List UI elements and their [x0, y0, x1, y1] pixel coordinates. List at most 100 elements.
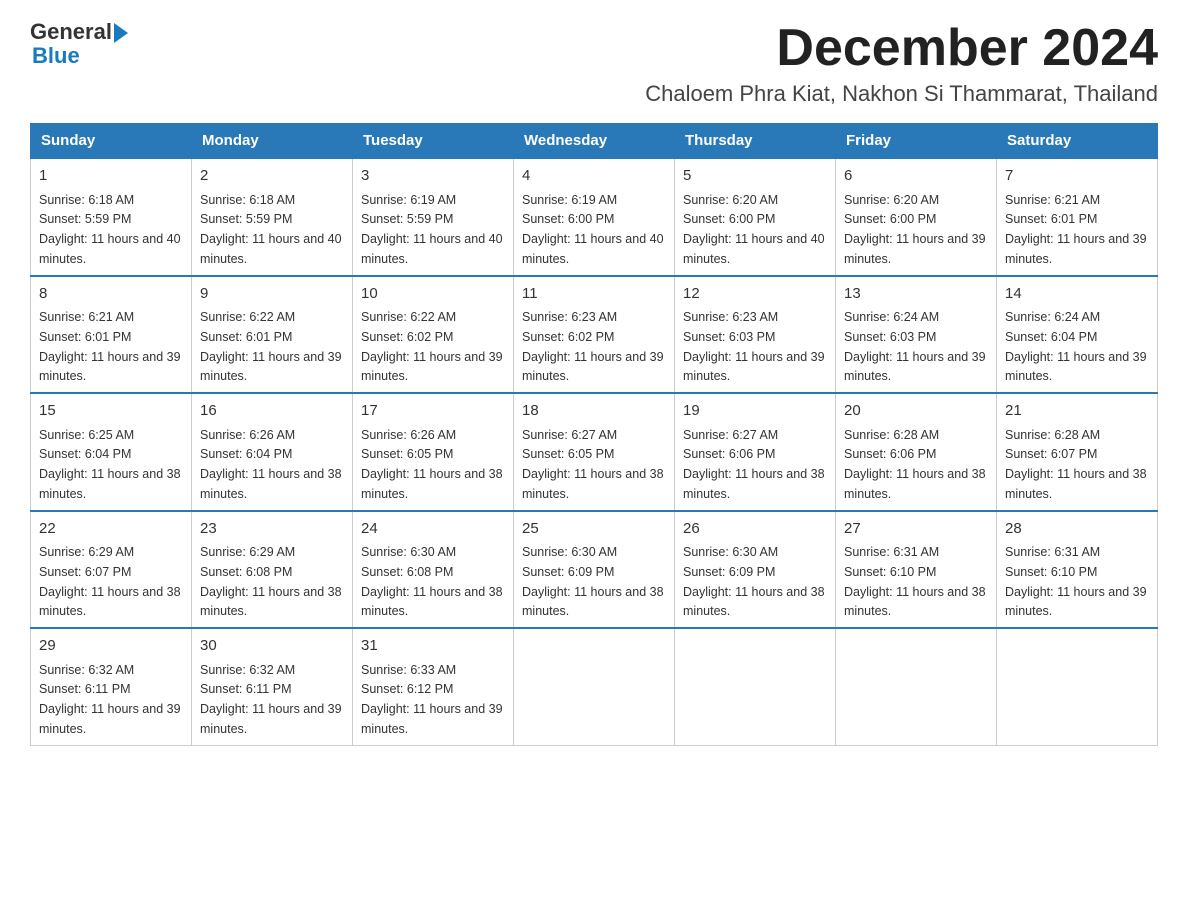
day-info: Sunrise: 6:25 AMSunset: 6:04 PMDaylight:… — [39, 428, 181, 501]
day-number: 18 — [522, 400, 666, 423]
day-number: 10 — [361, 283, 505, 306]
logo-text-general: General — [30, 20, 112, 44]
day-info: Sunrise: 6:28 AMSunset: 6:06 PMDaylight:… — [844, 428, 986, 501]
day-info: Sunrise: 6:33 AMSunset: 6:12 PMDaylight:… — [361, 663, 503, 736]
table-row: 21 Sunrise: 6:28 AMSunset: 6:07 PMDayligh… — [997, 393, 1158, 511]
col-monday: Monday — [192, 124, 353, 159]
day-number: 17 — [361, 400, 505, 423]
day-number: 3 — [361, 165, 505, 188]
day-number: 6 — [844, 165, 988, 188]
day-info: Sunrise: 6:20 AMSunset: 6:00 PMDaylight:… — [844, 193, 986, 266]
day-number: 15 — [39, 400, 183, 423]
table-row: 19Sunrise: 6:27 AMSunset: 6:06 PMDayligh… — [675, 393, 836, 511]
day-number: 19 — [683, 400, 827, 423]
day-info: Sunrise: 6:28 AMSunset: 6:07 PMDaylight:… — [1005, 428, 1147, 501]
day-number: 27 — [844, 518, 988, 541]
day-info: Sunrise: 6:29 AMSunset: 6:08 PMDaylight:… — [200, 545, 342, 618]
table-row: 13 Sunrise: 6:24 AMSunset: 6:03 PMDayligh… — [836, 276, 997, 394]
calendar-week-row: 1 Sunrise: 6:18 AMSunset: 5:59 PMDaylight… — [31, 158, 1158, 276]
day-number: 30 — [200, 635, 344, 658]
day-info: Sunrise: 6:30 AMSunset: 6:09 PMDaylight:… — [522, 545, 664, 618]
day-number: 12 — [683, 283, 827, 306]
table-row: 16 Sunrise: 6:26 AMSunset: 6:04 PMDayligh… — [192, 393, 353, 511]
day-info: Sunrise: 6:19 AMSunset: 6:00 PMDaylight:… — [522, 193, 664, 266]
title-section: December 2024 Chaloem Phra Kiat, Nakhon … — [645, 20, 1158, 107]
logo: General Blue — [30, 20, 128, 68]
day-info: Sunrise: 6:30 AMSunset: 6:08 PMDaylight:… — [361, 545, 503, 618]
table-row: 15 Sunrise: 6:25 AMSunset: 6:04 PMDayligh… — [31, 393, 192, 511]
table-row: 6 Sunrise: 6:20 AMSunset: 6:00 PMDaylight… — [836, 158, 997, 276]
table-row: 2Sunrise: 6:18 AMSunset: 5:59 PMDaylight… — [192, 158, 353, 276]
table-row: 11 Sunrise: 6:23 AMSunset: 6:02 PMDayligh… — [514, 276, 675, 394]
day-info: Sunrise: 6:18 AMSunset: 5:59 PMDaylight:… — [39, 193, 181, 266]
day-info: Sunrise: 6:22 AMSunset: 6:01 PMDaylight:… — [200, 310, 342, 383]
day-info: Sunrise: 6:24 AMSunset: 6:04 PMDaylight:… — [1005, 310, 1147, 383]
day-number: 7 — [1005, 165, 1149, 188]
table-row: 30 Sunrise: 6:32 AMSunset: 6:11 PMDayligh… — [192, 628, 353, 745]
calendar-header-row: Sunday Monday Tuesday Wednesday Thursday… — [31, 124, 1158, 159]
day-info: Sunrise: 6:27 AMSunset: 6:05 PMDaylight:… — [522, 428, 664, 501]
calendar-table: Sunday Monday Tuesday Wednesday Thursday… — [30, 123, 1158, 746]
day-info: Sunrise: 6:31 AMSunset: 6:10 PMDaylight:… — [844, 545, 986, 618]
logo-text-blue: Blue — [32, 44, 128, 68]
table-row: 9 Sunrise: 6:22 AMSunset: 6:01 PMDaylight… — [192, 276, 353, 394]
table-row: 22Sunrise: 6:29 AMSunset: 6:07 PMDayligh… — [31, 511, 192, 629]
day-info: Sunrise: 6:21 AMSunset: 6:01 PMDaylight:… — [39, 310, 181, 383]
day-number: 29 — [39, 635, 183, 658]
day-info: Sunrise: 6:22 AMSunset: 6:02 PMDaylight:… — [361, 310, 503, 383]
day-number: 11 — [522, 283, 666, 306]
day-number: 24 — [361, 518, 505, 541]
col-sunday: Sunday — [31, 124, 192, 159]
col-tuesday: Tuesday — [353, 124, 514, 159]
table-row — [836, 628, 997, 745]
day-info: Sunrise: 6:26 AMSunset: 6:04 PMDaylight:… — [200, 428, 342, 501]
table-row: 7 Sunrise: 6:21 AMSunset: 6:01 PMDaylight… — [997, 158, 1158, 276]
table-row: 14 Sunrise: 6:24 AMSunset: 6:04 PMDayligh… — [997, 276, 1158, 394]
day-number: 4 — [522, 165, 666, 188]
table-row: 17Sunrise: 6:26 AMSunset: 6:05 PMDayligh… — [353, 393, 514, 511]
day-info: Sunrise: 6:20 AMSunset: 6:00 PMDaylight:… — [683, 193, 825, 266]
day-number: 2 — [200, 165, 344, 188]
col-friday: Friday — [836, 124, 997, 159]
day-info: Sunrise: 6:23 AMSunset: 6:02 PMDaylight:… — [522, 310, 664, 383]
table-row: 12 Sunrise: 6:23 AMSunset: 6:03 PMDayligh… — [675, 276, 836, 394]
table-row: 28 Sunrise: 6:31 AMSunset: 6:10 PMDayligh… — [997, 511, 1158, 629]
col-thursday: Thursday — [675, 124, 836, 159]
col-wednesday: Wednesday — [514, 124, 675, 159]
location-subtitle: Chaloem Phra Kiat, Nakhon Si Thammarat, … — [645, 81, 1158, 107]
day-number: 28 — [1005, 518, 1149, 541]
day-number: 16 — [200, 400, 344, 423]
day-number: 9 — [200, 283, 344, 306]
day-info: Sunrise: 6:24 AMSunset: 6:03 PMDaylight:… — [844, 310, 986, 383]
table-row: 4 Sunrise: 6:19 AMSunset: 6:00 PMDaylight… — [514, 158, 675, 276]
calendar-week-row: 15 Sunrise: 6:25 AMSunset: 6:04 PMDayligh… — [31, 393, 1158, 511]
logo-arrow-icon — [114, 23, 128, 43]
table-row: 1 Sunrise: 6:18 AMSunset: 5:59 PMDaylight… — [31, 158, 192, 276]
day-number: 20 — [844, 400, 988, 423]
page-header: General Blue December 2024 Chaloem Phra … — [30, 20, 1158, 107]
day-info: Sunrise: 6:30 AMSunset: 6:09 PMDaylight:… — [683, 545, 825, 618]
day-number: 31 — [361, 635, 505, 658]
table-row — [997, 628, 1158, 745]
calendar-week-row: 22Sunrise: 6:29 AMSunset: 6:07 PMDayligh… — [31, 511, 1158, 629]
day-number: 8 — [39, 283, 183, 306]
table-row: 3Sunrise: 6:19 AMSunset: 5:59 PMDaylight… — [353, 158, 514, 276]
table-row: 26Sunrise: 6:30 AMSunset: 6:09 PMDayligh… — [675, 511, 836, 629]
col-saturday: Saturday — [997, 124, 1158, 159]
table-row: 8 Sunrise: 6:21 AMSunset: 6:01 PMDaylight… — [31, 276, 192, 394]
day-number: 5 — [683, 165, 827, 188]
table-row: 18 Sunrise: 6:27 AMSunset: 6:05 PMDayligh… — [514, 393, 675, 511]
day-info: Sunrise: 6:23 AMSunset: 6:03 PMDaylight:… — [683, 310, 825, 383]
table-row: 29Sunrise: 6:32 AMSunset: 6:11 PMDayligh… — [31, 628, 192, 745]
day-info: Sunrise: 6:21 AMSunset: 6:01 PMDaylight:… — [1005, 193, 1147, 266]
day-number: 22 — [39, 518, 183, 541]
table-row: 23 Sunrise: 6:29 AMSunset: 6:08 PMDayligh… — [192, 511, 353, 629]
table-row: 25Sunrise: 6:30 AMSunset: 6:09 PMDayligh… — [514, 511, 675, 629]
day-number: 1 — [39, 165, 183, 188]
day-number: 23 — [200, 518, 344, 541]
day-info: Sunrise: 6:32 AMSunset: 6:11 PMDaylight:… — [200, 663, 342, 736]
day-number: 21 — [1005, 400, 1149, 423]
day-info: Sunrise: 6:31 AMSunset: 6:10 PMDaylight:… — [1005, 545, 1147, 618]
day-number: 14 — [1005, 283, 1149, 306]
day-number: 13 — [844, 283, 988, 306]
